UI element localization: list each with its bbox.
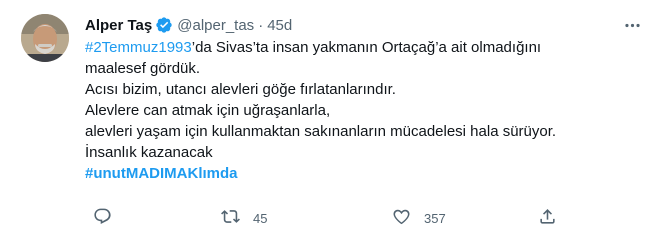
tweet-text: #2Temmuz1993’da Sivas’ta insan yakmanın … bbox=[85, 37, 646, 184]
tweet-line: #2Temmuz1993’da Sivas’ta insan yakmanın … bbox=[85, 37, 646, 58]
retweet-button[interactable]: 45 bbox=[221, 206, 267, 230]
tweet-line: maalesef gördük. bbox=[85, 60, 201, 77]
tweet-header: Alper Taş @alper_tas · 45d bbox=[85, 13, 646, 37]
tweet-line: İnsanlık kazanacak bbox=[85, 144, 213, 161]
tweet-line: Acısı bizim, utancı alevleri göğe fırlat… bbox=[85, 81, 396, 98]
tweet-line: #unutMADIMAKlımda bbox=[85, 163, 646, 184]
verified-badge-icon bbox=[155, 16, 173, 34]
tweet-line: Alevlere can atmak için uğraşanlarla, bbox=[85, 102, 331, 119]
tweet-line-text: ’da Sivas’ta insan yakmanın Ortaçağ’a ai… bbox=[191, 39, 542, 56]
author-handle[interactable]: @alper_tas bbox=[177, 17, 254, 34]
reply-icon bbox=[93, 207, 112, 229]
author-name[interactable]: Alper Taş bbox=[85, 17, 152, 34]
hashtag-link[interactable]: #unutMADIMAKlımda bbox=[85, 165, 238, 182]
tweet-card[interactable]: Alper Taş @alper_tas · 45d #2Temmuz1993’… bbox=[0, 0, 662, 240]
tweet-content: Alper Taş @alper_tas · 45d #2Temmuz1993’… bbox=[85, 13, 646, 184]
share-icon bbox=[538, 207, 557, 229]
tweet-timestamp[interactable]: 45d bbox=[267, 17, 292, 34]
like-icon bbox=[392, 207, 411, 229]
share-button[interactable] bbox=[538, 206, 570, 230]
more-icon[interactable] bbox=[618, 13, 646, 37]
header-separator: · bbox=[258, 16, 264, 34]
retweet-count: 45 bbox=[253, 210, 268, 226]
retweet-icon bbox=[221, 207, 240, 229]
tweet-actions: 45 357 bbox=[85, 206, 565, 230]
tweet-line: alevleri yaşam için kullanmaktan sakınan… bbox=[85, 123, 557, 140]
like-count: 357 bbox=[424, 210, 446, 226]
avatar-image bbox=[21, 14, 69, 62]
like-button[interactable]: 357 bbox=[392, 206, 446, 230]
avatar[interactable] bbox=[21, 14, 69, 62]
reply-button[interactable] bbox=[93, 206, 125, 230]
hashtag-link[interactable]: #2Temmuz1993 bbox=[85, 39, 192, 56]
